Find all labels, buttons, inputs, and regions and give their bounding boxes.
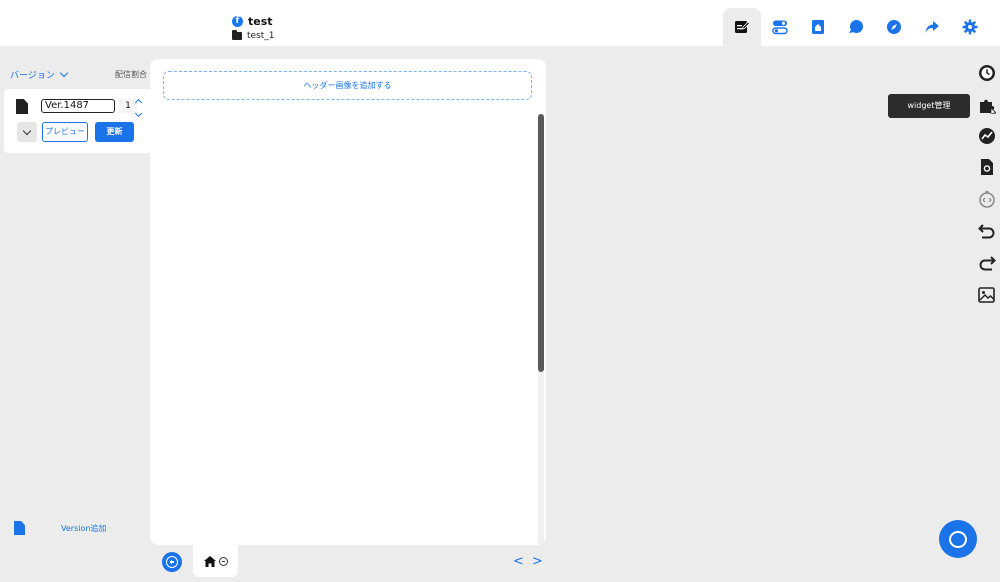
- compass-button[interactable]: [875, 8, 913, 46]
- next-page-button[interactable]: >: [532, 554, 543, 569]
- redo-button[interactable]: [976, 252, 998, 274]
- home-icon: [203, 555, 216, 567]
- code-button[interactable]: [976, 188, 998, 210]
- puzzle-icon: [980, 99, 996, 114]
- file-icon: [14, 521, 25, 535]
- version-dropdown[interactable]: バージョン: [10, 68, 69, 81]
- canvas-scrollbar[interactable]: [538, 114, 544, 372]
- page-nav: < >: [513, 554, 543, 569]
- add-version-button[interactable]: Version追加: [14, 521, 106, 535]
- add-header-image-button[interactable]: ヘッダー画像を追加する: [163, 71, 532, 100]
- support-chat-button[interactable]: [939, 520, 977, 558]
- chat-button[interactable]: [837, 8, 875, 46]
- document-gear-icon: [981, 159, 993, 175]
- toggle-icon: [772, 20, 788, 35]
- undo-icon: [978, 224, 995, 239]
- edit-page-button[interactable]: [723, 8, 761, 46]
- distribution-label: 配信割合: [115, 70, 147, 79]
- image-icon: [978, 287, 995, 303]
- gear-icon: [962, 19, 978, 35]
- bookmark-button[interactable]: [799, 8, 837, 46]
- widget-manage-tooltip: widget管理: [888, 94, 970, 118]
- chevron-down-icon: [59, 68, 69, 78]
- update-button[interactable]: 更新: [95, 122, 134, 142]
- share-button[interactable]: [913, 8, 951, 46]
- chat-bubble-icon: [949, 530, 967, 548]
- history-icon: [979, 65, 995, 81]
- toggle-button[interactable]: [761, 8, 799, 46]
- chevron-down-icon: [22, 126, 32, 135]
- ratio-stepper[interactable]: [134, 97, 143, 118]
- bookmark-icon: [812, 20, 824, 34]
- add-page-button[interactable]: [162, 552, 182, 572]
- project-subtitle: test_1: [247, 31, 275, 41]
- analytics-button[interactable]: [976, 125, 998, 147]
- history-button[interactable]: [976, 62, 998, 84]
- version-label: バージョン: [10, 71, 55, 81]
- top-toolbar: [723, 8, 989, 46]
- image-button[interactable]: [976, 284, 998, 306]
- folder-icon: [232, 30, 242, 40]
- preview-button[interactable]: プレビュー: [42, 122, 88, 142]
- analytics-icon: [979, 128, 995, 144]
- page-canvas[interactable]: ヘッダー画像を追加する: [150, 59, 546, 545]
- remove-page-icon[interactable]: [218, 556, 228, 566]
- edit-page-icon: [735, 21, 750, 33]
- project-info: f test test_1: [232, 14, 275, 43]
- ratio-input[interactable]: 1: [119, 99, 137, 113]
- share-icon: [925, 21, 939, 33]
- code-icon: [979, 191, 995, 208]
- expand-button[interactable]: [17, 122, 37, 142]
- version-card: Ver.1487 1 プレビュー 更新: [4, 89, 152, 153]
- page-settings-button[interactable]: [976, 156, 998, 178]
- compass-icon: [887, 20, 901, 34]
- prev-page-button[interactable]: <: [513, 554, 524, 569]
- plus-icon: [166, 556, 178, 568]
- undo-button[interactable]: [976, 220, 998, 242]
- version-name-input[interactable]: Ver.1487: [41, 99, 115, 113]
- add-version-label: Version追加: [61, 523, 107, 533]
- redo-icon: [979, 256, 996, 271]
- document-icon: [16, 99, 28, 114]
- settings-button[interactable]: [951, 8, 989, 46]
- facebook-icon: f: [232, 15, 243, 27]
- widget-manage-button[interactable]: [976, 94, 998, 116]
- project-title: test: [248, 14, 273, 28]
- chat-icon: [849, 20, 863, 33]
- page-tab-home[interactable]: [193, 545, 238, 577]
